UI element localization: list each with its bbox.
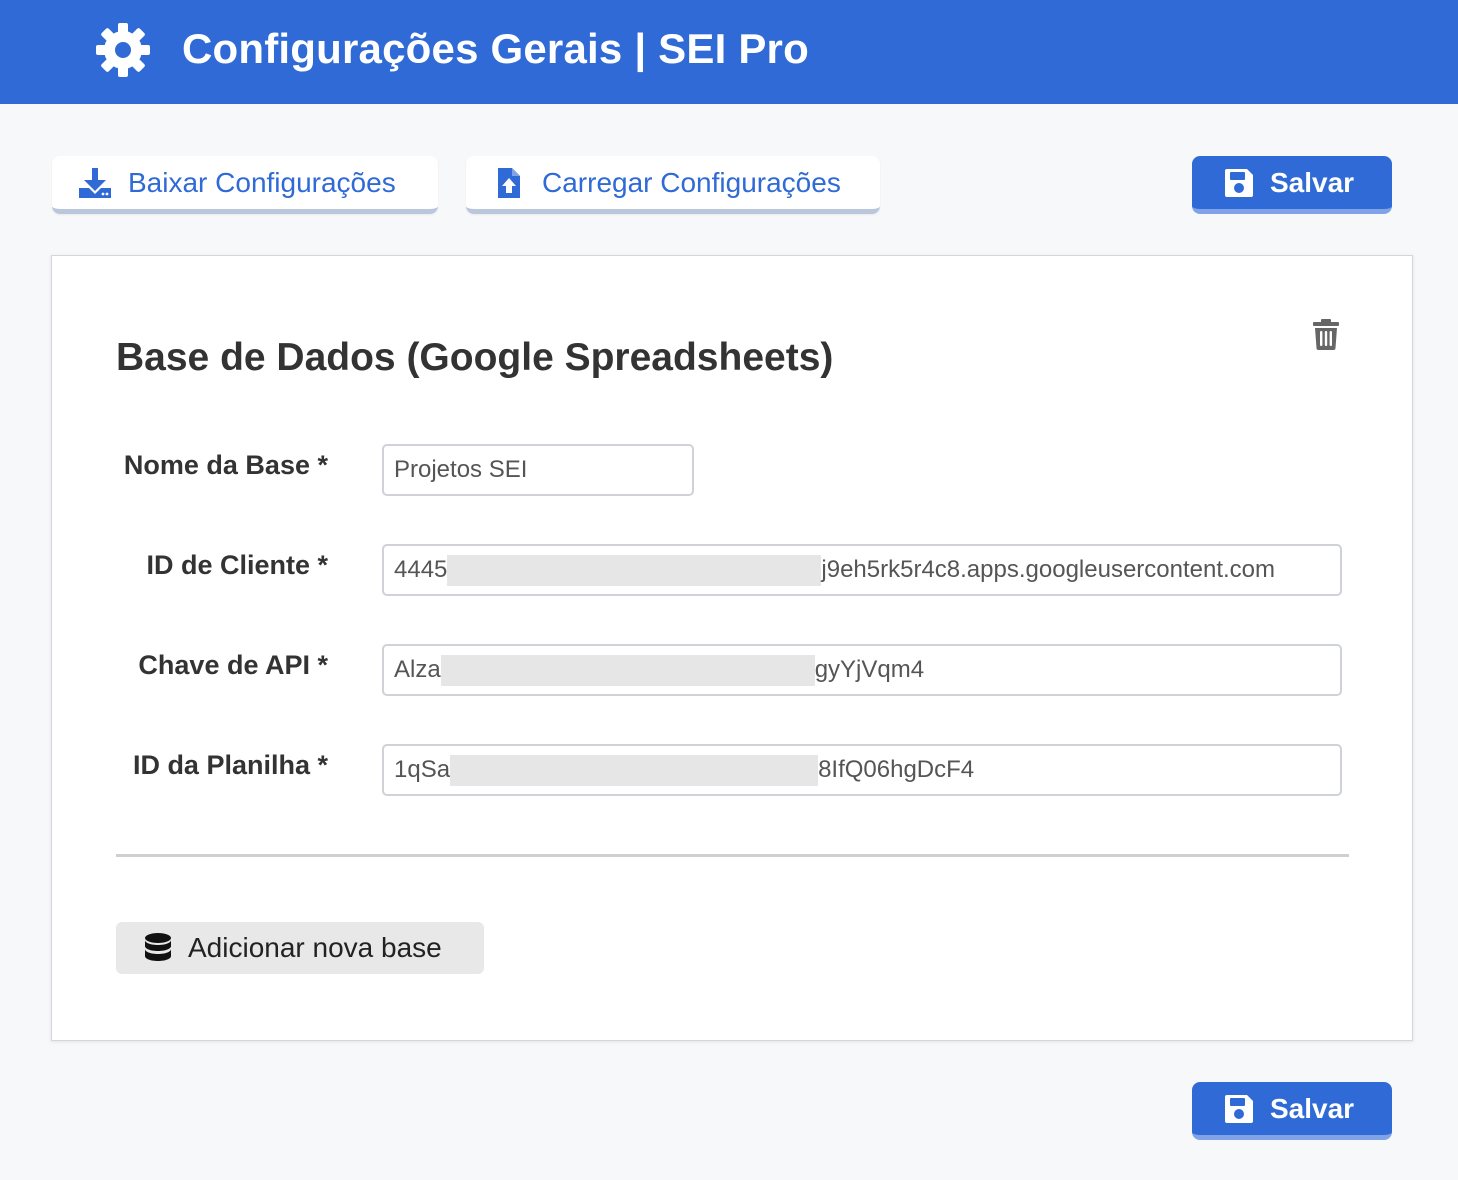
floppy-disk-icon [1225,168,1253,197]
download-settings-label: Baixar Configurações [128,166,396,198]
base-name-label: Nome da Base * [123,450,328,480]
upload-settings-button[interactable]: Carregar Configurações [466,156,880,214]
client-id-label: ID de Cliente * [146,550,328,580]
client-id-input[interactable]: 4445 j9eh5rk5r4c8.apps.googleusercontent.… [382,544,1342,596]
sheet-id-input[interactable]: 1qSa 8IfQ06hgDcF4 [382,744,1342,796]
redacted-block [440,654,815,686]
api-key-input[interactable]: Alza gyYjVqm4 [382,644,1342,696]
sheet-id-label: ID da Planilha * [132,750,328,780]
app-header: Configurações Gerais | SEI Pro [0,0,1458,104]
client-id-prefix: 4445 [394,556,448,583]
client-id-suffix: j9eh5rk5r4c8.apps.googleusercontent.com [821,556,1276,583]
save-button-bottom[interactable]: Salvar [1192,1082,1392,1140]
save-button-top[interactable]: Salvar [1192,156,1392,214]
file-upload-icon [498,167,520,198]
trash-icon[interactable] [1312,318,1340,350]
add-base-button[interactable]: Adicionar nova base [116,922,484,974]
card-title: Base de Dados (Google Spreadsheets) [116,336,834,379]
redacted-block [450,754,819,786]
upload-settings-label: Carregar Configurações [542,166,841,198]
gear-icon [96,23,150,77]
sheet-id-suffix: 8IfQ06hgDcF4 [818,756,975,783]
download-icon [79,167,111,198]
page-title: Configurações Gerais | SEI Pro [182,25,809,72]
base-name-value: Projetos SEI [394,456,528,483]
base-name-input[interactable]: Projetos SEI [382,444,694,496]
add-base-label: Adicionar nova base [188,932,442,963]
sheet-id-prefix: 1qSa [394,756,451,783]
api-key-prefix: Alza [394,656,441,683]
api-key-label: Chave de API * [138,650,328,680]
floppy-disk-icon [1225,1094,1253,1123]
download-settings-button[interactable]: Baixar Configurações [52,156,438,214]
database-icon [145,933,171,961]
api-key-suffix: gyYjVqm4 [814,656,925,683]
redacted-block [447,554,822,586]
database-card: Base de Dados (Google Spreadsheets) Nome… [51,255,1413,1041]
save-label: Salvar [1270,166,1355,198]
save-label: Salvar [1270,1092,1355,1124]
divider [116,854,1349,857]
